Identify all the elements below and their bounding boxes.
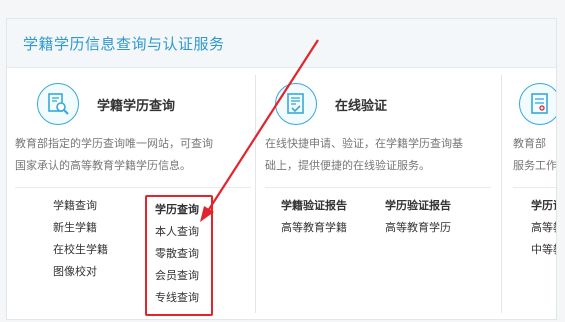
divider (15, 187, 251, 188)
link-current-student-enrollment[interactable]: 在校生学籍 (53, 239, 108, 261)
link-column-enrollment-report: 学籍验证报告 高等教育学籍 (281, 195, 347, 239)
card-desc-line: 在线快捷申请、验证，在学籍学历查询基 (265, 137, 463, 150)
divider (513, 187, 556, 188)
service-panel: 学籍学历信息查询与认证服务 学籍学历查询 教育部指定的学历查询唯一网站，可查询 … (6, 18, 557, 320)
panel-header: 学籍学历信息查询与认证服务 (7, 19, 556, 68)
link-image-proofing[interactable]: 图像校对 (53, 261, 108, 283)
link-column-partial: 学历证 高等教 中等教 (531, 195, 556, 261)
link-higher-ed-enrollment[interactable]: 高等教育学籍 (281, 217, 347, 239)
card-desc-line: 础上，提供便捷的在线验证服务。 (265, 159, 430, 172)
card-desc-line: 国家承认的高等教育学籍学历信息。 (15, 159, 191, 172)
divider (265, 187, 491, 188)
card-online-verification: 在线验证 在线快捷申请、验证，在学籍学历查询基 础上，提供便捷的在线验证服务。 … (261, 75, 497, 315)
link-degree-verification-report[interactable]: 学历验证报告 (385, 195, 451, 217)
card-desc-line: 教育部 (513, 137, 546, 150)
highlight-box: 学历查询 本人查询 零散查询 会员查询 专线查询 (145, 195, 213, 316)
column-divider (255, 75, 256, 313)
link-member-query[interactable]: 会员查询 (155, 265, 199, 287)
card-degree-query: 学籍学历查询 教育部指定的学历查询唯一网站，可查询 国家承认的高等教育学籍学历信… (15, 75, 251, 316)
link-secondary-ed[interactable]: 中等教 (531, 239, 556, 261)
link-column-degree: 学历查询 本人查询 零散查询 会员查询 专线查询 (155, 199, 199, 309)
document-icon (519, 83, 556, 125)
magnifier-document-icon (37, 83, 79, 125)
link-self-query[interactable]: 本人查询 (155, 221, 199, 243)
card-desc: 教育部指定的学历查询唯一网站，可查询 国家承认的高等教育学籍学历信息。 (15, 133, 213, 177)
card-desc-line: 服务工作 (513, 159, 556, 172)
certificate-check-icon (275, 83, 317, 125)
link-single-query[interactable]: 零散查询 (155, 243, 199, 265)
card-partial: 教育部 服务工作 学历证 高等教 中等教 (507, 75, 556, 315)
link-enrollment-verification-report[interactable]: 学籍验证报告 (281, 195, 347, 217)
link-higher-ed[interactable]: 高等教 (531, 217, 556, 239)
link-new-student-enrollment[interactable]: 新生学籍 (53, 217, 108, 239)
card-desc: 教育部 服务工作 (513, 133, 556, 177)
card-title-online-verification: 在线验证 (335, 99, 388, 114)
panel-title: 学籍学历信息查询与认证服务 (23, 35, 225, 53)
link-higher-ed-degree[interactable]: 高等教育学历 (385, 217, 451, 239)
card-title-degree-query: 学籍学历查询 (97, 99, 176, 114)
card-desc-line: 教育部指定的学历查询唯一网站，可查询 (15, 137, 213, 150)
card-desc: 在线快捷申请、验证，在学籍学历查询基 础上，提供便捷的在线验证服务。 (265, 133, 463, 177)
link-degree-cert[interactable]: 学历证 (531, 195, 556, 217)
column-divider (501, 75, 502, 313)
link-column-degree-report: 学历验证报告 高等教育学历 (385, 195, 451, 239)
link-column-enrollment: 学籍查询 新生学籍 在校生学籍 图像校对 (53, 195, 108, 283)
link-enrollment-query[interactable]: 学籍查询 (53, 195, 108, 217)
link-degree-query[interactable]: 学历查询 (155, 199, 199, 221)
link-dedicated-query[interactable]: 专线查询 (155, 287, 199, 309)
